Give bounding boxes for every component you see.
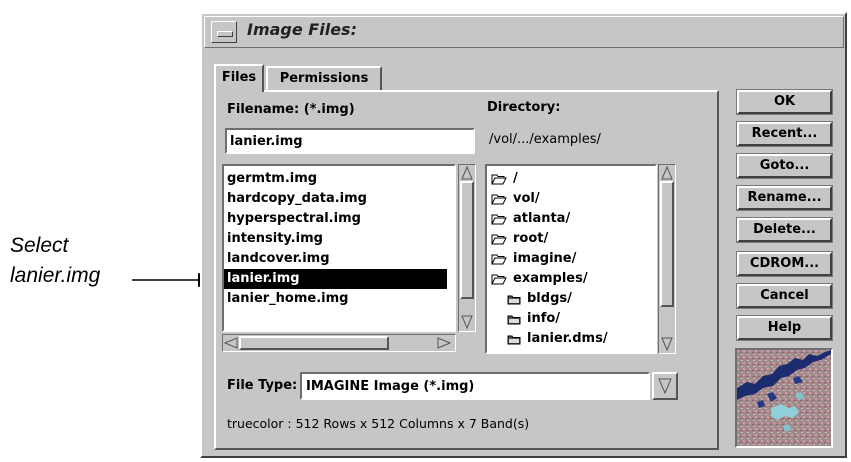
scroll-down-arrow-icon[interactable] [461, 315, 473, 329]
goto-button[interactable]: Goto... [737, 154, 832, 178]
cdrom-button[interactable]: CDROM... [737, 252, 832, 276]
open-folder-icon [491, 254, 507, 265]
directory-item-label: vol/ [513, 191, 540, 206]
directory-item[interactable]: atlanta/ [491, 209, 655, 229]
directory-path: /vol/.../examples/ [489, 132, 601, 147]
scroll-up-arrow-icon[interactable] [461, 166, 473, 180]
list-item[interactable]: lanier_home.img [224, 289, 454, 309]
directory-item-label: / [513, 171, 518, 186]
directory-item-label: lanier.dms/ [527, 331, 608, 346]
list-item[interactable]: hardcopy_data.img [224, 189, 454, 209]
scroll-up-arrow-icon[interactable] [661, 166, 673, 180]
scroll-left-arrow-icon[interactable] [224, 337, 238, 349]
satellite-image-preview [737, 350, 831, 446]
hscroll-thumb[interactable] [239, 336, 389, 350]
scroll-right-arrow-icon[interactable] [437, 337, 451, 349]
list-item[interactable]: intensity.img [224, 229, 454, 249]
list-item[interactable]: germtm.img [224, 169, 454, 189]
open-folder-icon [491, 214, 507, 225]
delete-button[interactable]: Delete... [737, 218, 832, 242]
directory-list-vscrollbar[interactable] [658, 164, 676, 354]
title-bar: Image Files: [204, 16, 844, 48]
directory-item-label: examples/ [513, 271, 588, 286]
directory-item-label: info/ [527, 311, 561, 326]
directory-list[interactable]: / vol/ atlanta/ root/ imagine/ examples/… [485, 164, 657, 354]
file-list-hscrollbar[interactable] [222, 334, 456, 352]
image-preview-thumbnail [735, 348, 833, 448]
filename-label: Filename: (*.img) [227, 102, 355, 117]
directory-item-label: atlanta/ [513, 211, 571, 226]
image-info-text: truecolor : 512 Rows x 512 Columns x 7 B… [227, 416, 530, 431]
directory-item[interactable]: vol/ [491, 189, 655, 209]
directory-item-label: bldgs/ [527, 291, 572, 306]
open-folder-icon [491, 194, 507, 205]
list-item-selected[interactable]: lanier.img [224, 269, 447, 289]
scroll-down-arrow-icon[interactable] [661, 337, 673, 351]
directory-item[interactable]: lanier.dms/ [491, 329, 655, 349]
tab-permissions[interactable]: Permissions [266, 66, 382, 90]
closed-folder-icon [507, 335, 521, 344]
scroll-thumb[interactable] [460, 181, 474, 299]
list-item[interactable]: landcover.img [224, 249, 454, 269]
list-item[interactable]: hyperspectral.img [224, 209, 454, 229]
window-menu-button[interactable] [211, 21, 237, 43]
callout-line-2: lanier.img [10, 264, 101, 287]
filename-input[interactable]: lanier.img [225, 128, 475, 154]
image-files-dialog: Image Files: Files Permissions Filename:… [200, 12, 847, 458]
directory-item[interactable]: bldgs/ [491, 289, 655, 309]
scroll-thumb[interactable] [660, 181, 674, 307]
recent-button[interactable]: Recent... [737, 122, 832, 146]
directory-item-label: root/ [513, 231, 549, 246]
directory-item[interactable]: info/ [491, 309, 655, 329]
directory-item[interactable]: examples/ [491, 269, 655, 289]
directory-item[interactable]: imagine/ [491, 249, 655, 269]
open-folder-icon [491, 274, 507, 285]
chevron-down-icon [658, 378, 672, 394]
open-folder-icon [491, 234, 507, 245]
directory-item-label: imagine/ [513, 251, 577, 266]
closed-folder-icon [507, 315, 521, 324]
file-list-vscrollbar[interactable] [458, 164, 476, 332]
directory-item[interactable]: / [491, 169, 655, 189]
file-type-label: File Type: [227, 378, 298, 393]
help-button[interactable]: Help [737, 316, 832, 340]
callout-line-1: Select [10, 234, 69, 257]
cancel-button[interactable]: Cancel [737, 284, 832, 308]
directory-label: Directory: [487, 100, 561, 115]
file-list[interactable]: germtm.img hardcopy_data.img hyperspectr… [222, 164, 456, 332]
file-type-combo[interactable]: IMAGINE Image (*.img) [300, 372, 650, 400]
open-folder-icon [491, 174, 507, 185]
ok-button[interactable]: OK [737, 90, 832, 114]
window-title: Image Files: [247, 20, 357, 39]
tab-files[interactable]: Files [214, 64, 264, 92]
rename-button[interactable]: Rename... [737, 186, 832, 210]
directory-item[interactable]: root/ [491, 229, 655, 249]
closed-folder-icon [507, 295, 521, 304]
file-type-dropdown-button[interactable] [652, 372, 678, 400]
